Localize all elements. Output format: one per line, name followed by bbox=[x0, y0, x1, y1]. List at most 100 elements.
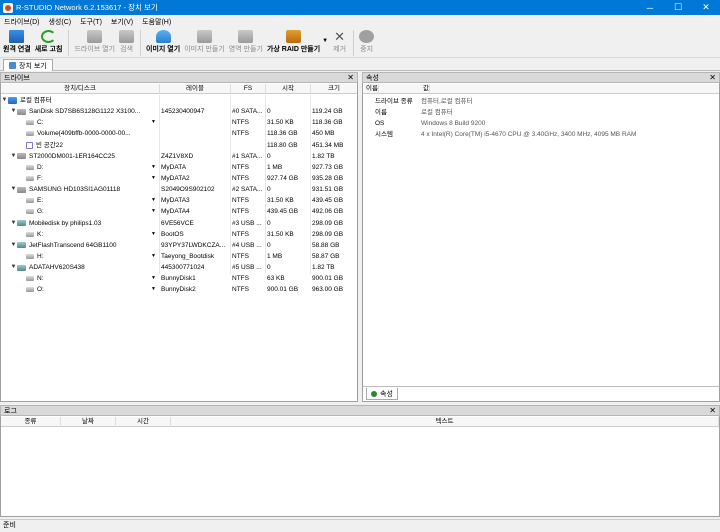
properties-bottom-divider bbox=[363, 386, 719, 387]
drive-row[interactable]: D: ▼ MyDATA NTFS 1 MB 927.73 GB bbox=[1, 162, 357, 173]
drive-start: 927.74 GB bbox=[267, 174, 299, 182]
expand-caret-icon[interactable]: ▼ bbox=[10, 106, 17, 117]
drive-row[interactable]: G: ▼ MyDATA4 NTFS 439.45 GB 492.06 GB bbox=[1, 206, 357, 217]
expand-caret-icon[interactable]: ▼ bbox=[10, 240, 17, 251]
stop-button[interactable]: 중지 bbox=[359, 28, 375, 54]
drive-label: MyDATA3 bbox=[161, 197, 190, 205]
drive-row[interactable]: ▼ JetFlashTranscend 64GB1100 93YPY37LWDKCZ… bbox=[1, 240, 357, 251]
drive-row[interactable]: O: ▼ BunnyDisk2 NTFS 900.01 GB 963.00 GB bbox=[1, 284, 357, 295]
drive-row[interactable]: 빈 공간22 118.80 GB 451.34 MB bbox=[1, 140, 357, 151]
menu-drive[interactable]: 드라이브(D) bbox=[4, 17, 39, 27]
drive-name-cell: E: bbox=[1, 195, 159, 206]
drive-name: ADATAHV620S438 bbox=[29, 264, 85, 272]
drive-row[interactable]: ▼ 로컬 컴퓨터 bbox=[1, 95, 357, 106]
close-icon[interactable]: ✕ bbox=[709, 73, 716, 83]
expand-caret-icon[interactable]: ▼ bbox=[10, 218, 17, 229]
view-tabbar: 장치 보기 bbox=[0, 58, 720, 71]
expand-caret-icon[interactable]: ▼ bbox=[10, 184, 17, 195]
col-device[interactable]: 장치/디스크 bbox=[1, 84, 160, 94]
drive-name-cell: H: bbox=[1, 251, 159, 262]
col-log-time[interactable]: 시간 bbox=[116, 417, 171, 427]
tab-device-view[interactable]: 장치 보기 bbox=[3, 59, 53, 71]
open-drive-button[interactable]: 드라이브 열기 bbox=[74, 28, 115, 54]
drive-size: 439.45 GB bbox=[312, 197, 344, 205]
toolbar: 원격 연결 새로 고침 드라이브 열기 검색 이미지 열기 이미지 만들기 영역… bbox=[0, 28, 720, 58]
prop-row[interactable]: 드라이브 종류 컴퓨터,로컬 컴퓨터 bbox=[363, 96, 719, 107]
col-log-date[interactable]: 날짜 bbox=[61, 417, 116, 427]
menu-tools[interactable]: 도구(T) bbox=[80, 17, 102, 27]
col-prop-name[interactable]: 이름 bbox=[366, 84, 379, 94]
col-log-text[interactable]: 텍스트 bbox=[171, 417, 719, 427]
menu-help[interactable]: 도움말(H) bbox=[142, 17, 171, 27]
expand-caret-icon[interactable]: ▼ bbox=[10, 151, 17, 162]
prop-value: 로컬 컴퓨터 bbox=[421, 109, 453, 116]
volume-dropdown-icon[interactable]: ▼ bbox=[151, 162, 156, 173]
close-window-button[interactable]: ✕ bbox=[692, 0, 720, 15]
volume-icon bbox=[26, 287, 34, 293]
volume-dropdown-icon[interactable]: ▼ bbox=[151, 284, 156, 295]
volume-dropdown-icon[interactable]: ▼ bbox=[151, 251, 156, 262]
tab-properties[interactable]: 속성 bbox=[366, 388, 398, 400]
drive-row[interactable]: N: ▼ BunnyDisk1 NTFS 63 KB 900.01 GB bbox=[1, 273, 357, 284]
col-fs[interactable]: FS bbox=[231, 84, 266, 94]
create-image-button[interactable]: 이미지 만들기 bbox=[184, 28, 225, 54]
remove-button[interactable]: ✕ 제거 bbox=[332, 28, 347, 54]
drive-row[interactable]: F: ▼ MyDATA2 NTFS 927.74 GB 935.28 GB bbox=[1, 173, 357, 184]
volume-dropdown-icon[interactable]: ▼ bbox=[151, 229, 156, 240]
expand-caret-icon[interactable]: ▼ bbox=[1, 95, 8, 106]
col-start[interactable]: 시작 bbox=[266, 84, 311, 94]
expand-caret-icon[interactable]: ▼ bbox=[10, 262, 17, 273]
prop-row[interactable]: OS Windows 8 Build 9200 bbox=[363, 118, 719, 129]
virtual-raid-dropdown-icon[interactable]: ▼ bbox=[322, 38, 328, 44]
drive-name-cell: G: bbox=[1, 206, 159, 217]
usb-disk-icon bbox=[17, 220, 26, 227]
col-log-type[interactable]: 종류 bbox=[1, 417, 61, 427]
drive-row[interactable]: ▼ ADATAHV620S438 445300771024 #5 USB ... 0 1.… bbox=[1, 262, 357, 273]
prop-row[interactable]: 시스템 4 x Intel(R) Core(TM) i5-4670 CPU @ … bbox=[363, 129, 719, 140]
toolbar-separator bbox=[140, 30, 142, 56]
col-label[interactable]: 레이블 bbox=[160, 84, 231, 94]
drive-label bbox=[161, 128, 231, 139]
drive-name-cell: ▼ SAMSUNG HD103SI1AG01118 bbox=[1, 184, 159, 195]
drive-fs: NTFS bbox=[232, 197, 249, 205]
hard-disk-icon bbox=[17, 186, 26, 193]
col-size[interactable]: 크기 bbox=[311, 84, 357, 94]
refresh-button[interactable]: 새로 고침 bbox=[35, 28, 62, 54]
drive-row[interactable]: Volume{409bffb-0000-0000-00... NTFS 118.36… bbox=[1, 128, 357, 139]
drive-row[interactable]: ▼ SAMSUNG HD103SI1AG01118 S2049O9S902102 #2… bbox=[1, 184, 357, 195]
drive-row[interactable]: ▼ SanDisk SD7SB6S128G1122 X3100... 1452304… bbox=[1, 106, 357, 117]
close-icon[interactable]: ✕ bbox=[347, 73, 354, 83]
drive-row[interactable]: K: ▼ BootOS NTFS 31.50 KB 298.09 GB bbox=[1, 229, 357, 240]
drive-row[interactable]: H: ▼ Taeyong_Bootdisk NTFS 1 MB 58.87 GB bbox=[1, 251, 357, 262]
volume-dropdown-icon[interactable]: ▼ bbox=[151, 206, 156, 217]
log-panel-header: 로그 ✕ bbox=[0, 405, 720, 416]
drive-row[interactable]: C: ▼ NTFS 31.50 KB 118.36 GB bbox=[1, 117, 357, 128]
menu-view[interactable]: 보기(V) bbox=[111, 17, 133, 27]
virtual-raid-button[interactable]: 가상 RAID 만들기 bbox=[267, 28, 320, 54]
properties-panel-title: 속성 bbox=[366, 74, 379, 82]
prop-row[interactable]: 이름 로컬 컴퓨터 bbox=[363, 107, 719, 118]
volume-dropdown-icon[interactable]: ▼ bbox=[151, 273, 156, 284]
tab-properties-label: 속성 bbox=[380, 390, 393, 398]
volume-dropdown-icon[interactable]: ▼ bbox=[151, 195, 156, 206]
drive-start: 0 bbox=[267, 264, 271, 272]
close-icon[interactable]: ✕ bbox=[709, 406, 716, 416]
drive-row[interactable]: ▼ Mobiledisk by philips1.03 6VE56VCE #3 USB… bbox=[1, 218, 357, 229]
app-icon bbox=[3, 2, 13, 13]
remote-connect-button[interactable]: 원격 연결 bbox=[3, 28, 31, 54]
drive-row[interactable]: ▼ ST2000DM001-1ER164CC25 Z4Z1V8XD #1 SATA..… bbox=[1, 151, 357, 162]
virtual-raid-label: 가상 RAID 만들기 bbox=[266, 46, 321, 53]
search-button[interactable]: 검색 bbox=[119, 28, 135, 54]
volume-dropdown-icon[interactable]: ▼ bbox=[151, 173, 156, 184]
tab-device-view-label: 장치 보기 bbox=[19, 62, 47, 70]
drive-label bbox=[161, 140, 231, 151]
minimize-button[interactable]: ─ bbox=[636, 0, 664, 15]
create-region-button[interactable]: 영역 만들기 bbox=[229, 28, 263, 54]
usb-disk-icon bbox=[17, 264, 26, 271]
col-prop-value[interactable]: 값 bbox=[423, 84, 430, 94]
open-image-button[interactable]: 이미지 열기 bbox=[146, 28, 180, 54]
maximize-button[interactable]: ☐ bbox=[664, 0, 692, 15]
menu-create[interactable]: 생성(C) bbox=[48, 17, 71, 27]
volume-dropdown-icon[interactable]: ▼ bbox=[151, 117, 156, 128]
drive-row[interactable]: E: ▼ MyDATA3 NTFS 31.50 KB 439.45 GB bbox=[1, 195, 357, 206]
